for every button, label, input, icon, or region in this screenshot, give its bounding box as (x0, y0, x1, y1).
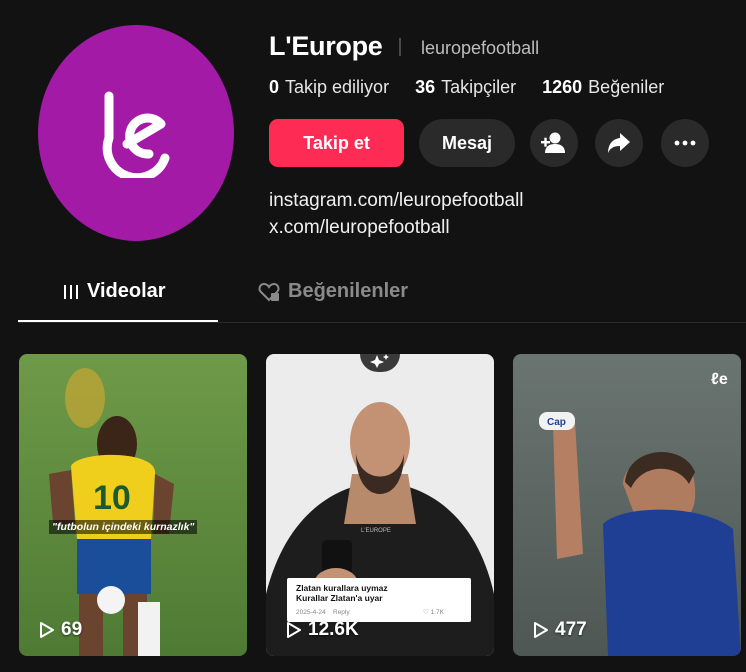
video-1-frame: 10 (19, 354, 247, 656)
video-3-views: 477 (533, 619, 587, 641)
play-icon (40, 622, 54, 638)
share-icon (608, 133, 630, 153)
play-icon (534, 622, 548, 638)
leurope-logo-icon (102, 91, 170, 178)
profile-stats: 0 Takip ediliyor 36 Takipçiler 1260 Beğenil… (269, 77, 664, 98)
video-thumbnail-1[interactable]: 10 "futbolun içindeki kurnazlık" 69 (19, 354, 247, 656)
tab-videos[interactable]: Videolar (63, 280, 166, 322)
video-1-caption: "futbolun içindeki kurnazlık" (49, 520, 198, 534)
divider (399, 38, 401, 56)
follow-button[interactable]: Takip et (269, 119, 404, 167)
message-button[interactable]: Mesaj (419, 119, 515, 167)
video-1-views: 69 (39, 619, 82, 641)
svg-text:ℓe: ℓe (711, 371, 728, 388)
svg-text:10: 10 (93, 479, 131, 517)
comment-card: Zlatan kurallara uymaz Kurallar Zlatan'a… (287, 578, 471, 622)
sparkle-icon (370, 354, 389, 368)
video-2-views: 12.6K (286, 619, 359, 641)
more-options-button[interactable] (661, 119, 709, 167)
video-thumbnail-2[interactable]: L'EUROPE Zlatan kurallara uymaz Kurallar… (266, 354, 494, 656)
add-friend-button[interactable] (530, 119, 578, 167)
comment-card-likes: ♡ 1.7K (423, 609, 445, 616)
comment-card-reply: Reply (333, 609, 350, 616)
stat-followers[interactable]: 36 Takipçiler (415, 77, 516, 98)
comment-card-date: 2025-4-24 (296, 609, 326, 616)
stat-likes: 1260 Beğeniler (542, 77, 665, 97)
x-link[interactable]: x.com/leuropefootball (269, 214, 524, 241)
play-icon (287, 622, 301, 638)
profile-links: instagram.com/leuropefootball x.com/leur… (269, 187, 524, 241)
add-friend-icon (541, 132, 565, 153)
svg-text:L'EUROPE: L'EUROPE (361, 528, 391, 534)
video-3-frame: Cap ℓe (513, 354, 741, 656)
comment-card-title: Zlatan kurallara uymaz Kurallar Zlatan'a… (296, 583, 388, 603)
profile-tabs: Videolar Beğenilenler (18, 280, 746, 323)
video-thumbnail-3[interactable]: Cap ℓe 477 (513, 354, 741, 656)
active-tab-indicator (18, 320, 218, 322)
instagram-link[interactable]: instagram.com/leuropefootball (269, 187, 524, 214)
heart-lock-icon (258, 283, 280, 302)
avatar[interactable] (38, 25, 234, 241)
svg-text:Cap: Cap (547, 417, 566, 428)
profile-handle: leuropefootball (421, 38, 540, 58)
profile-name: L'Europe (269, 31, 383, 61)
grid-icon (64, 285, 78, 299)
share-button[interactable] (595, 119, 643, 167)
more-icon (674, 140, 696, 146)
tab-liked[interactable]: Beğenilenler (258, 280, 408, 322)
stat-following[interactable]: 0 Takip ediliyor (269, 77, 389, 98)
